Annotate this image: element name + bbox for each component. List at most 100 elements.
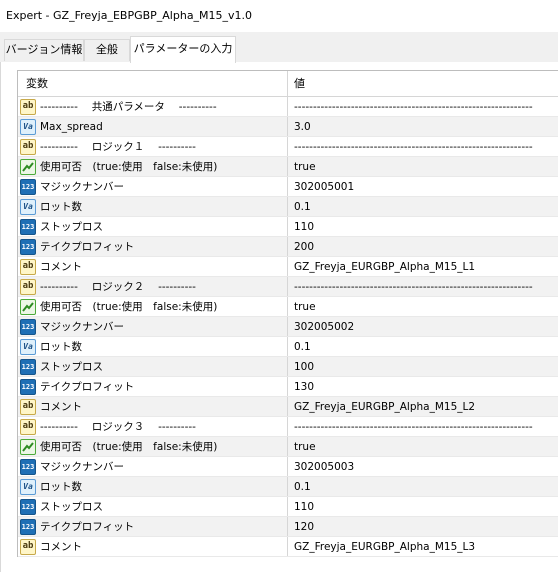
parameter-name: 使用可否 (true:使用 false:未使用) [40,161,218,173]
parameter-value-cell[interactable]: ----------------------------------------… [288,97,558,116]
column-header-value[interactable]: 値 [288,71,558,96]
parameter-value[interactable]: GZ_Freyja_EURGBP_Alpha_M15_L1 [294,257,475,276]
parameter-name-cell: ab ---------- ロジック３ ---------- [18,417,288,436]
parameter-value-cell[interactable]: 0.1 [288,197,558,216]
parameter-row[interactable]: ab コメント GZ_Freyja_EURGBP_Alpha_M15_L1 [18,257,558,277]
parameter-name-cell: 使用可否 (true:使用 false:未使用) [18,437,288,456]
parameter-value-cell[interactable]: GZ_Freyja_EURGBP_Alpha_M15_L3 [288,537,558,556]
parameter-value[interactable]: 302005001 [294,177,354,196]
parameter-row[interactable]: 123 マジックナンバー 302005003 [18,457,558,477]
parameter-row[interactable]: 123 テイクプロフィット 200 [18,237,558,257]
window-title: Expert - GZ_Freyja_EBPGBP_Alpha_M15_v1.0 [6,9,253,22]
parameter-value-cell[interactable]: 302005002 [288,317,558,336]
parameter-name: ---------- ロジック１ ---------- [40,141,196,153]
parameter-value-cell[interactable]: 302005003 [288,457,558,476]
parameter-row[interactable]: 使用可否 (true:使用 false:未使用) true [18,157,558,177]
parameter-row[interactable]: 使用可否 (true:使用 false:未使用) true [18,437,558,457]
parameter-value[interactable]: 200 [294,237,314,256]
parameter-row[interactable]: 使用可否 (true:使用 false:未使用) true [18,297,558,317]
parameter-value[interactable]: 100 [294,357,314,376]
parameter-value[interactable]: 0.1 [294,197,311,216]
parameter-value[interactable]: 0.1 [294,337,311,356]
parameter-value[interactable]: ----------------------------------------… [294,277,533,296]
parameter-name-cell: Va ロット数 [18,337,288,356]
parameter-row[interactable]: 123 ストップロス 100 [18,357,558,377]
parameter-row[interactable]: 123 マジックナンバー 302005002 [18,317,558,337]
parameter-row[interactable]: ab ---------- 共通パラメータ ---------- ---------… [18,97,558,117]
parameter-value[interactable]: 0.1 [294,477,311,496]
parameter-value-cell[interactable]: 0.1 [288,477,558,496]
parameter-value-cell[interactable]: true [288,297,558,316]
parameter-value[interactable]: 302005002 [294,317,354,336]
parameter-value[interactable]: true [294,297,316,316]
parameter-value-cell[interactable]: ----------------------------------------… [288,277,558,296]
parameter-row[interactable]: 123 ストップロス 110 [18,217,558,237]
parameter-row[interactable]: Va Max_spread 3.0 [18,117,558,137]
parameter-value[interactable]: ----------------------------------------… [294,137,533,156]
parameter-value[interactable]: 110 [294,217,314,236]
parameter-name-cell: ab コメント [18,397,288,416]
parameter-value[interactable]: true [294,157,316,176]
parameter-row[interactable]: ab コメント GZ_Freyja_EURGBP_Alpha_M15_L2 [18,397,558,417]
parameter-row[interactable]: ab コメント GZ_Freyja_EURGBP_Alpha_M15_L3 [18,537,558,557]
parameter-row[interactable]: Va ロット数 0.1 [18,477,558,497]
parameter-value[interactable]: 120 [294,517,314,536]
parameter-name: Max_spread [40,121,103,133]
parameter-value-cell[interactable]: 110 [288,217,558,236]
string-type-icon: ab [20,279,36,295]
parameter-value[interactable]: true [294,437,316,456]
parameter-name: テイクプロフィット [40,521,135,533]
parameter-row[interactable]: 123 テイクプロフィット 120 [18,517,558,537]
string-type-icon: ab [20,99,36,115]
parameter-row[interactable]: 123 マジックナンバー 302005001 [18,177,558,197]
parameter-name-cell: 123 ストップロス [18,497,288,516]
parameter-value-cell[interactable]: 0.1 [288,337,558,356]
title-bar: Expert - GZ_Freyja_EBPGBP_Alpha_M15_v1.0 [0,0,558,32]
parameter-value[interactable]: 110 [294,497,314,516]
parameter-value-cell[interactable]: true [288,157,558,176]
tab-general[interactable]: 全般 [84,39,130,61]
parameter-value-cell[interactable]: GZ_Freyja_EURGBP_Alpha_M15_L1 [288,257,558,276]
parameter-name: コメント [40,261,82,273]
parameter-value-cell[interactable]: 120 [288,517,558,536]
parameter-row[interactable]: ab ---------- ロジック２ ---------- -----------… [18,277,558,297]
parameter-row[interactable]: 123 ストップロス 110 [18,497,558,517]
parameter-value[interactable]: 302005003 [294,457,354,476]
parameter-name: 使用可否 (true:使用 false:未使用) [40,441,218,453]
parameter-value[interactable]: 3.0 [294,117,311,136]
parameter-name: 使用可否 (true:使用 false:未使用) [40,301,218,313]
parameter-value-cell[interactable]: 200 [288,237,558,256]
parameter-value[interactable]: GZ_Freyja_EURGBP_Alpha_M15_L2 [294,397,475,416]
parameter-value[interactable]: ----------------------------------------… [294,417,533,436]
parameter-row[interactable]: Va ロット数 0.1 [18,197,558,217]
parameter-value-cell[interactable]: 100 [288,357,558,376]
parameter-name: テイクプロフィット [40,241,135,253]
parameter-name: コメント [40,541,82,553]
tab-version-info[interactable]: バージョン情報 [4,39,84,61]
parameter-row[interactable]: ab ---------- ロジック３ ---------- -----------… [18,417,558,437]
parameter-value[interactable]: ----------------------------------------… [294,97,533,116]
parameter-value-cell[interactable]: 302005001 [288,177,558,196]
tab-input-parameters[interactable]: パラメーターの入力 [130,36,236,63]
parameter-row[interactable]: Va ロット数 0.1 [18,337,558,357]
boolean-type-icon [20,439,36,455]
parameter-value-cell[interactable]: GZ_Freyja_EURGBP_Alpha_M15_L2 [288,397,558,416]
parameter-value-cell[interactable]: true [288,437,558,456]
double-type-icon: Va [20,199,36,215]
parameter-name: マジックナンバー [40,321,124,333]
parameter-value-cell[interactable]: 110 [288,497,558,516]
parameter-value-cell[interactable]: 130 [288,377,558,396]
parameter-name: ロット数 [40,481,82,493]
parameter-row[interactable]: 123 テイクプロフィット 130 [18,377,558,397]
integer-type-icon: 123 [20,319,36,335]
column-header-variable[interactable]: 変数 [18,71,288,96]
parameter-name: ストップロス [40,361,103,373]
parameter-value[interactable]: GZ_Freyja_EURGBP_Alpha_M15_L3 [294,537,475,556]
tab-content-panel: 変数 値 ab ---------- 共通パラメータ ---------- ----… [0,62,558,572]
parameter-value-cell[interactable]: ----------------------------------------… [288,417,558,436]
parameter-value-cell[interactable]: 3.0 [288,117,558,136]
parameter-value-cell[interactable]: ----------------------------------------… [288,137,558,156]
parameter-row[interactable]: ab ---------- ロジック１ ---------- -----------… [18,137,558,157]
parameter-value[interactable]: 130 [294,377,314,396]
boolean-type-icon [20,159,36,175]
